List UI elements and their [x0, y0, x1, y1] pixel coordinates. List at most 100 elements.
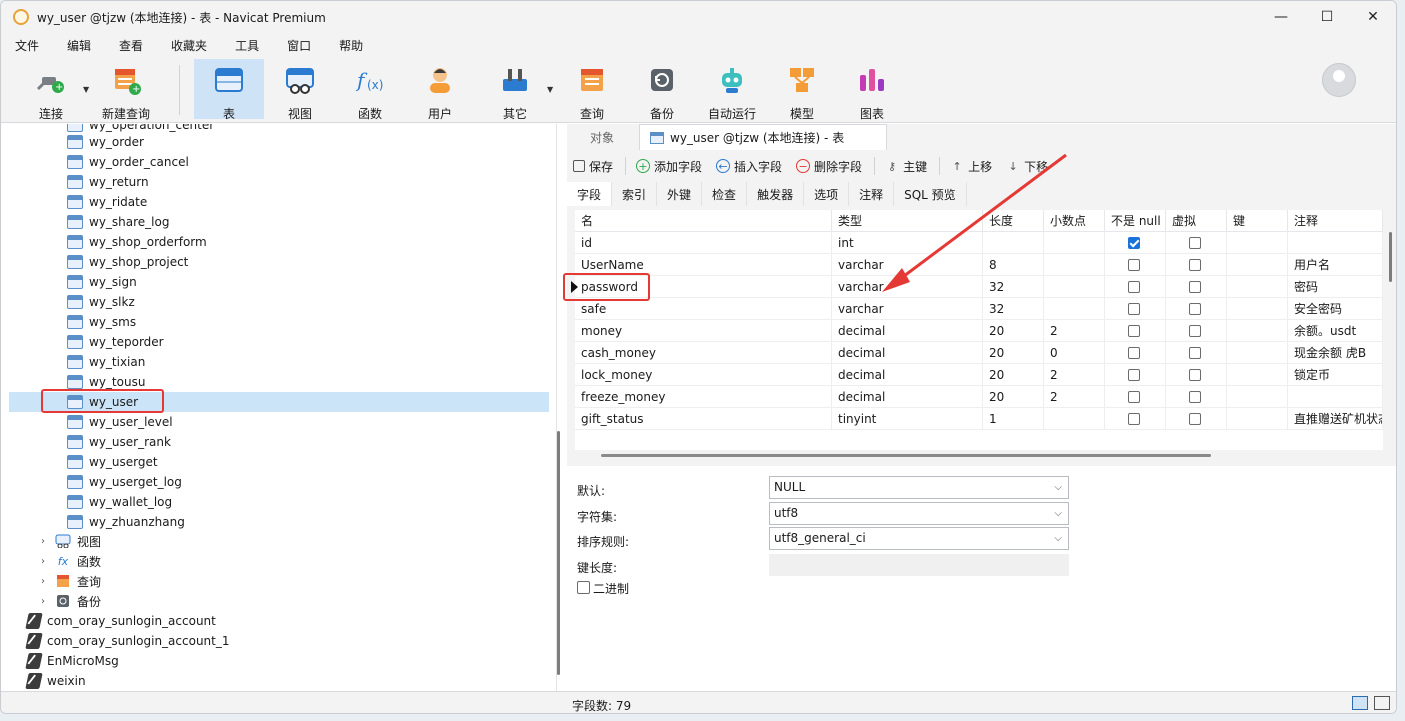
grid-horizontal-scrollbar[interactable]: [601, 454, 1211, 457]
cell-comment[interactable]: 余额。usdt: [1288, 320, 1383, 342]
cell-decimals[interactable]: [1044, 254, 1105, 276]
cell-comment[interactable]: [1288, 386, 1383, 408]
cell-virtual[interactable]: [1166, 276, 1227, 298]
toolbar-user-button[interactable]: 用户: [411, 59, 469, 121]
tree-scrollbar[interactable]: [557, 431, 560, 675]
binary-checkbox[interactable]: [577, 581, 590, 594]
cell-name[interactable]: money: [575, 320, 832, 342]
toolbar-table-button[interactable]: 表: [194, 59, 264, 121]
cell-key[interactable]: [1227, 320, 1288, 342]
cell-length[interactable]: 8: [983, 254, 1044, 276]
cell-virtual[interactable]: [1166, 342, 1227, 364]
subtab-indexes[interactable]: 索引: [612, 182, 658, 206]
column-header-virtual[interactable]: 虚拟: [1166, 210, 1227, 232]
cell-length[interactable]: [983, 232, 1044, 254]
default-select[interactable]: NULL ⌵: [769, 476, 1069, 499]
cell-not-null[interactable]: [1105, 276, 1166, 298]
cell-type[interactable]: decimal: [832, 342, 983, 364]
subtab-comment[interactable]: 注释: [849, 182, 895, 206]
toolbar-others-button[interactable]: 其它: [486, 59, 544, 121]
cell-type[interactable]: tinyint: [832, 408, 983, 430]
tree-table-item[interactable]: wy_slkz: [9, 292, 549, 312]
tree-group-backups[interactable]: › 备份: [9, 591, 549, 611]
tree-table-item[interactable]: wy_return: [9, 172, 549, 192]
table-row[interactable]: lock_money decimal 20 2 锁定币: [575, 364, 1383, 386]
delete-field-button[interactable]: − 删除字段: [790, 158, 868, 175]
cell-type[interactable]: decimal: [832, 320, 983, 342]
split-view-button[interactable]: [1374, 696, 1390, 710]
cell-comment[interactable]: 安全密码: [1288, 298, 1383, 320]
cell-decimals[interactable]: [1044, 408, 1105, 430]
menu-favorites[interactable]: 收藏夹: [163, 37, 215, 54]
subtab-options[interactable]: 选项: [804, 182, 850, 206]
cell-key[interactable]: [1227, 386, 1288, 408]
toolbar-function-button[interactable]: f (x) 函数: [341, 59, 399, 121]
tree-table-item[interactable]: wy_sign: [9, 272, 549, 292]
cell-comment[interactable]: 锁定币: [1288, 364, 1383, 386]
cell-not-null[interactable]: [1105, 232, 1166, 254]
move-up-button[interactable]: ↑ 上移: [944, 158, 998, 175]
virtual-checkbox[interactable]: [1189, 369, 1201, 381]
tab-objects[interactable]: 对象: [567, 124, 637, 150]
tree-table-item[interactable]: wy_teporder: [9, 332, 549, 352]
not-null-checkbox[interactable]: [1128, 391, 1140, 403]
cell-key[interactable]: [1227, 408, 1288, 430]
cell-decimals[interactable]: 2: [1044, 386, 1105, 408]
cell-type[interactable]: decimal: [832, 386, 983, 408]
cell-length[interactable]: 1: [983, 408, 1044, 430]
virtual-checkbox[interactable]: [1189, 413, 1201, 425]
table-row[interactable]: UserName varchar 8 用户名: [575, 254, 1383, 276]
virtual-checkbox[interactable]: [1189, 237, 1201, 249]
cell-type[interactable]: varchar: [832, 276, 983, 298]
cell-decimals[interactable]: 0: [1044, 342, 1105, 364]
menu-help[interactable]: 帮助: [331, 37, 371, 54]
tree-database-item[interactable]: com_oray_sunlogin_account_1: [9, 631, 549, 651]
add-field-button[interactable]: + 添加字段: [630, 158, 708, 175]
table-row[interactable]: money decimal 20 2 余额。usdt: [575, 320, 1383, 342]
column-header-decimals[interactable]: 小数点: [1044, 210, 1105, 232]
cell-virtual[interactable]: [1166, 364, 1227, 386]
menu-tools[interactable]: 工具: [227, 37, 267, 54]
toolbar-model-button[interactable]: 模型: [773, 59, 831, 121]
cell-type[interactable]: varchar: [832, 254, 983, 276]
cell-decimals[interactable]: [1044, 276, 1105, 298]
cell-not-null[interactable]: [1105, 298, 1166, 320]
virtual-checkbox[interactable]: [1189, 391, 1201, 403]
cell-name[interactable]: cash_money: [575, 342, 832, 364]
chevron-right-icon[interactable]: ›: [37, 556, 49, 567]
minimize-button[interactable]: —: [1258, 1, 1304, 33]
table-row[interactable]: password varchar 32 密码: [571, 276, 1383, 298]
cell-type[interactable]: decimal: [832, 364, 983, 386]
column-header-length[interactable]: 长度: [983, 210, 1044, 232]
virtual-checkbox[interactable]: [1189, 347, 1201, 359]
toolbar-automation-button[interactable]: 自动运行: [701, 59, 763, 121]
cell-comment[interactable]: 现金余额 虎B: [1288, 342, 1383, 364]
tree-table-item[interactable]: wy_shop_orderform: [9, 232, 549, 252]
tree-group-views[interactable]: › 视图: [9, 531, 549, 551]
tree-group-functions[interactable]: › fx 函数: [9, 551, 549, 571]
column-header-type[interactable]: 类型: [832, 210, 983, 232]
cell-type[interactable]: varchar: [832, 298, 983, 320]
tab-table-designer[interactable]: wy_user @tjzw (本地连接) - 表: [639, 124, 887, 150]
tree-table-item[interactable]: wy_wallet_log: [9, 492, 549, 512]
cell-key[interactable]: [1227, 232, 1288, 254]
virtual-checkbox[interactable]: [1189, 303, 1201, 315]
grid-view-button[interactable]: [1352, 696, 1368, 710]
cell-length[interactable]: 20: [983, 364, 1044, 386]
subtab-foreign-keys[interactable]: 外键: [657, 182, 703, 206]
table-row[interactable]: id int: [575, 232, 1383, 254]
not-null-checkbox[interactable]: [1128, 281, 1140, 293]
move-down-button[interactable]: ↓ 下移: [1000, 158, 1054, 175]
cell-name[interactable]: lock_money: [575, 364, 832, 386]
cell-decimals[interactable]: [1044, 298, 1105, 320]
tree-database-item[interactable]: weixin: [9, 671, 549, 691]
cell-comment[interactable]: 密码: [1288, 276, 1383, 298]
cell-name[interactable]: safe: [575, 298, 832, 320]
cell-key[interactable]: [1227, 364, 1288, 386]
cell-key[interactable]: [1227, 298, 1288, 320]
cell-length[interactable]: 32: [983, 298, 1044, 320]
cell-name[interactable]: freeze_money: [575, 386, 832, 408]
cell-name[interactable]: gift_status: [575, 408, 832, 430]
tree-table-item[interactable]: wy_sms: [9, 312, 549, 332]
toolbar-chart-button[interactable]: 图表: [843, 59, 901, 121]
